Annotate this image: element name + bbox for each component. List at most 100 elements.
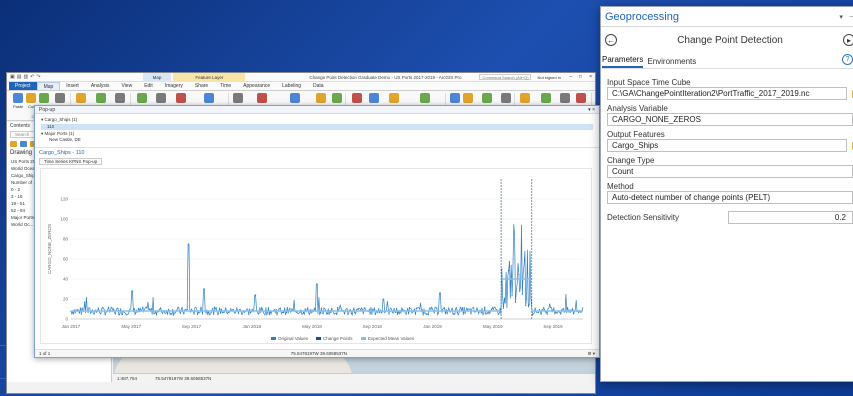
sign-in-status[interactable]: Not signed in (537, 75, 560, 80)
data-point (131, 290, 134, 292)
data-point (436, 307, 438, 309)
undo-icon[interactable]: ↶ (30, 74, 34, 80)
new-icon[interactable]: ▣ (10, 74, 15, 80)
data-point (388, 313, 390, 315)
data-point (460, 306, 462, 308)
pane-pin-icon[interactable]: ⊣ (849, 13, 853, 21)
data-point (408, 307, 411, 309)
data-point (405, 313, 407, 315)
popup-footer: 1 of 1 75.5478197W 39.6068537N ⚙ ▾ (35, 349, 599, 357)
y-tick-label: 60 (63, 257, 69, 262)
geoprocessing-pane: Geoprocessing ▾ ⊣ ← Change Point Detectio… (600, 6, 853, 382)
sensitivity-input[interactable]: 0.2 (727, 211, 853, 224)
copy-path-icon (54, 93, 65, 103)
tab-view[interactable]: View (115, 82, 138, 90)
data-point (398, 313, 400, 315)
data-point (569, 311, 571, 313)
time-series-tab[interactable]: Time Series KPNS Pop-up (39, 158, 103, 165)
paste-button[interactable]: Paste (13, 93, 23, 109)
data-point (278, 308, 281, 310)
data-point (179, 312, 182, 314)
popup-feature-tree: ▾ Cargo_Ships (1) 110 ▾ Major Ports (1) … (35, 114, 599, 148)
param-label: Analysis Variable (607, 104, 668, 113)
data-point (490, 308, 493, 310)
tab-imagery[interactable]: Imagery (159, 82, 189, 90)
minimize-icon[interactable]: – (569, 74, 572, 80)
data-point (494, 306, 496, 309)
tree-item-cargo-ships[interactable]: ▾ Cargo_Ships (1) (41, 117, 593, 123)
run-icon[interactable]: ▸ (843, 34, 853, 46)
data-point (268, 314, 270, 316)
data-point (172, 314, 175, 316)
command-search-input[interactable]: Command Search (Alt+Q) (479, 74, 532, 80)
help-icon[interactable]: ? (842, 54, 853, 65)
x-tick-label: May 2017 (121, 324, 141, 329)
back-icon[interactable]: ← (605, 34, 617, 46)
redo-icon[interactable]: ↷ (36, 74, 40, 80)
data-point (374, 313, 376, 315)
x-tick-label: May 2018 (302, 324, 322, 329)
list-icon[interactable] (20, 141, 27, 147)
tab-labeling[interactable]: Labeling (276, 82, 307, 90)
basemap-icon (137, 93, 148, 103)
add-preset-icon (176, 93, 186, 103)
gp-pane-title: Geoprocessing (605, 10, 679, 23)
ribbon-tabs: Project Map Insert Analysis View Edit Imagery S… (7, 82, 595, 91)
data-point (251, 308, 253, 311)
data-point (84, 301, 86, 303)
tab-map[interactable]: Map (36, 82, 61, 90)
data-point (562, 307, 564, 310)
save-icon[interactable]: ▥ (23, 74, 28, 80)
y-tick-label: 20 (63, 297, 69, 302)
popup-options-icon[interactable]: ⚙ ▾ (587, 351, 595, 357)
data-point (538, 309, 541, 311)
data-point (542, 309, 544, 311)
tree-item-selected[interactable]: 110 (41, 124, 593, 130)
data-point (463, 307, 465, 309)
tab-share[interactable]: Share (189, 82, 214, 90)
y-tick-label: 100 (60, 217, 68, 222)
context-tab-feature-layer[interactable]: Feature Layer (173, 73, 246, 82)
tab-data[interactable]: Data (307, 82, 330, 90)
tree-item-port[interactable]: New Castle, DE (41, 137, 593, 143)
maximize-icon[interactable]: □ (579, 74, 582, 80)
layer-icon[interactable] (10, 141, 17, 147)
param-input-input-space-time-cube[interactable]: C:\GA\ChangePointIteration2\PortTraffic_… (607, 87, 847, 100)
param-input-output-features[interactable]: Cargo_Ships (607, 139, 847, 152)
tool-name: Change Point Detection (677, 34, 783, 46)
cut-icon (26, 93, 37, 103)
data-point (446, 313, 448, 315)
data-point (347, 313, 349, 315)
pane-menu-icon[interactable]: ▾ (839, 13, 843, 21)
param-input-method[interactable]: Auto-detect number of change points (PEL… (607, 191, 853, 204)
param-input-change-type[interactable]: Count (607, 165, 853, 178)
param-input-analysis-variable[interactable]: CARGO_NONE_ZEROS (607, 113, 853, 126)
data-point (319, 312, 322, 314)
scale-readout[interactable]: 1:487,764 (117, 376, 137, 381)
data-point (357, 308, 359, 311)
tab-appearance[interactable]: Appearance (237, 82, 276, 90)
tab-insert[interactable]: Insert (60, 82, 85, 90)
data-point (552, 309, 554, 311)
data-point (169, 313, 171, 315)
feature-name: Cargo_Ships - 110 (39, 150, 85, 156)
tab-parameters[interactable]: Parameters (602, 55, 644, 68)
popup-close-icon[interactable]: ▾ × (588, 106, 595, 113)
data-point (285, 311, 287, 314)
tab-edit[interactable]: Edit (138, 82, 159, 90)
tab-time[interactable]: Time (214, 82, 237, 90)
open-icon[interactable]: ▤ (17, 74, 22, 80)
data-point (508, 270, 510, 272)
data-point (183, 313, 185, 315)
data-point (289, 307, 291, 310)
record-nav[interactable]: 1 of 1 (39, 351, 50, 356)
close-icon[interactable]: × (589, 74, 592, 80)
tab-environments[interactable]: Environments (647, 57, 696, 68)
select-icon (232, 93, 243, 103)
legend-swatch (316, 337, 321, 340)
context-tab-map[interactable]: Map (142, 73, 172, 82)
data-point (207, 313, 209, 315)
tab-analysis[interactable]: Analysis (85, 82, 116, 90)
tab-project[interactable]: Project (9, 82, 37, 90)
data-point (155, 314, 158, 316)
